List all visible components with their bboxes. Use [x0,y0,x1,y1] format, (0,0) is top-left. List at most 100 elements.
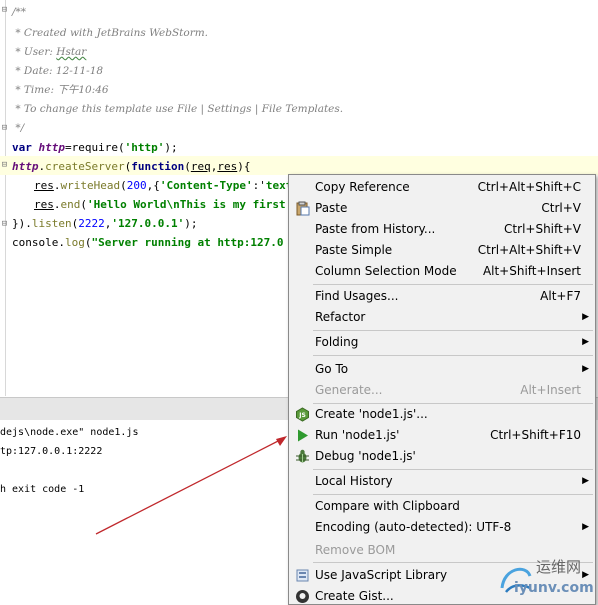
menu-item-label: Local History [315,474,393,488]
code-text: ); [164,141,178,154]
code-text: . [53,198,61,211]
debug-icon [296,449,309,463]
editor-context-menu: Copy Reference Ctrl+Alt+Shift+C Paste Ct… [288,174,596,605]
menu-item-label: Paste [315,201,348,215]
menu-item-label: Copy Reference [315,180,410,194]
library-icon [296,569,309,582]
menu-item-label: Use JavaScript Library [315,568,448,582]
string: 'Content-Type' [159,179,253,192]
menu-item-compare-with-clipboard[interactable]: Compare with Clipboard [289,496,595,517]
variable: http [12,160,39,173]
menu-item-label: Debug 'node1.js' [315,449,416,463]
menu-item-paste-simple[interactable]: Paste Simple Ctrl+Alt+Shift+V [289,240,595,261]
menu-item-label: Paste from History... [315,222,436,236]
code-line-1: /** [12,6,27,18]
menu-item-label: Find Usages... [315,289,399,303]
menu-item-folding[interactable]: Folding ▶ [289,332,595,353]
site-watermark: 运维网 iyunv.com [496,556,596,600]
menu-item-paste[interactable]: Paste Ctrl+V [289,198,595,219]
function-name: createServer [45,160,125,173]
shortcut-label: Alt+Insert [520,383,581,397]
function-name: writeHead [60,179,121,192]
number: 2222 [78,217,105,230]
menu-item-label: Folding [315,335,359,349]
string: 'Hello World\nThis is my first [87,198,286,211]
menu-item-generate[interactable]: Generate... Alt+Insert [289,380,595,401]
menu-separator [313,284,593,285]
console-line: dejs\node.exe" node1.js [0,427,139,438]
keyword: function [131,160,185,173]
shortcut-label: Ctrl+Alt+Shift+C [477,180,581,194]
code-line-14: console.log("Server running at http:127.… [12,233,284,252]
menu-item-label: Paste Simple [315,243,393,257]
menu-item-create-config[interactable]: JS Create 'node1.js'... [289,404,595,425]
code-line-5: * Time: 下午10:46 [12,84,109,96]
submenu-arrow-icon: ▶ [582,312,589,322]
object-name: console [12,236,59,249]
code-line-7: */ [12,122,25,134]
function-name: log [64,236,85,249]
menu-item-label: Remove BOM [315,543,396,557]
submenu-arrow-icon: ▶ [582,476,589,486]
menu-item-encoding[interactable]: Encoding (auto-detected): UTF-8 ▶ [289,517,595,538]
menu-item-local-history[interactable]: Local History ▶ [289,471,595,492]
github-icon [296,590,309,603]
menu-item-refactor[interactable]: Refactor ▶ [289,307,595,328]
submenu-arrow-icon: ▶ [582,337,589,347]
shortcut-label: Ctrl+Shift+F10 [490,428,581,442]
console-line: h exit code -1 [0,484,85,495]
code-text: ){ [237,160,251,173]
menu-item-find-usages[interactable]: Find Usages... Alt+F7 [289,286,595,307]
param: res [34,179,54,192]
nodejs-icon: JS [296,407,309,422]
watermark-text: 运维网 [536,558,582,576]
code-line-10: http.createServer(function(req,res){ [12,157,250,176]
string: "Server running at http:127.0 [91,236,284,249]
menu-item-copy-reference[interactable]: Copy Reference Ctrl+Alt+Shift+C [289,177,595,198]
param: req [190,160,211,173]
submenu-arrow-icon: ▶ [582,364,589,374]
menu-item-go-to[interactable]: Go To ▶ [289,359,595,380]
menu-item-label: Generate... [315,383,383,397]
menu-item-label: Go To [315,362,349,376]
code-text: ); [184,217,198,230]
code-text: ( [120,179,127,192]
fold-close-icon[interactable]: ⊟ [0,124,9,133]
code-text: :' [252,179,266,192]
menu-item-debug[interactable]: Debug 'node1.js' [289,446,595,467]
menu-separator [313,330,593,331]
param: res [217,160,238,173]
menu-item-paste-from-history[interactable]: Paste from History... Ctrl+Shift+V [289,219,595,240]
number: 200 [126,179,147,192]
fold-open-icon[interactable]: ⊟ [0,6,9,15]
variable: http [38,141,66,154]
menu-item-label: Encoding (auto-detected): UTF-8 [315,520,512,534]
menu-separator [313,355,593,356]
menu-item-label: Create 'node1.js'... [315,407,428,421]
menu-item-label: Compare with Clipboard [315,499,460,513]
code-text: . [53,179,61,192]
console-line: tp:127.0.0.1:2222 [0,446,103,457]
comment-user-prefix: * User: [12,46,57,58]
code-text: ( [80,198,87,211]
fold-close-icon[interactable]: ⊟ [0,220,9,229]
code-text: }). [12,217,32,230]
code-text: ,{ [146,179,160,192]
menu-item-column-selection-mode[interactable]: Column Selection Mode Alt+Shift+Insert [289,261,595,282]
gutter-divider [5,0,6,396]
code-text: . [58,236,65,249]
watermark-domain: iyunv.com [514,580,594,596]
shortcut-label: Ctrl+V [541,201,581,215]
shortcut-label: Ctrl+Shift+V [504,222,581,236]
code-text: ( [184,160,191,173]
fold-open-icon[interactable]: ⊟ [0,161,9,170]
code-line-13: }).listen(2222,'127.0.0.1'); [12,214,197,233]
menu-separator [313,469,593,470]
submenu-arrow-icon: ▶ [582,522,589,532]
shortcut-label: Alt+Shift+Insert [482,264,581,278]
param: res [34,198,54,211]
menu-separator [313,494,593,495]
menu-item-label: Column Selection Mode [315,264,457,278]
function-name: listen [31,217,72,230]
menu-item-run[interactable]: Run 'node1.js' Ctrl+Shift+F10 [289,425,595,446]
